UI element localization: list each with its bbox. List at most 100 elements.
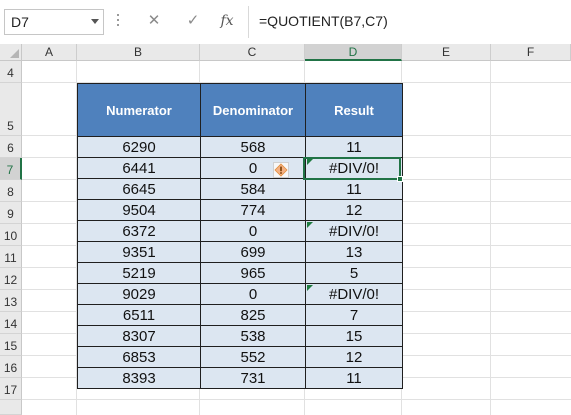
row-header-label: 7 — [6, 163, 14, 177]
error-triangle-icon — [307, 159, 313, 165]
cell-result-error[interactable]: #DIV/0! — [305, 157, 403, 179]
cell-result[interactable]: 12 — [305, 346, 403, 368]
drag-handle-icon[interactable] — [116, 14, 120, 30]
cell-result[interactable]: 11 — [305, 367, 403, 389]
row-header-8[interactable]: 8 — [0, 180, 22, 202]
formula-text: =QUOTIENT(B7,C7) — [259, 13, 388, 29]
column-header-f[interactable]: F — [491, 44, 571, 61]
cell-numerator[interactable]: 9351 — [77, 241, 201, 263]
cell-numerator[interactable]: 6441 — [77, 157, 201, 179]
cell-denominator[interactable]: 568 — [200, 136, 306, 158]
row-header-13[interactable]: 13 — [0, 290, 22, 312]
cell-denominator[interactable]: 538 — [200, 325, 306, 347]
error-triangle-icon — [307, 285, 313, 291]
cell-numerator[interactable]: 6645 — [77, 178, 201, 200]
row-header-10[interactable]: 10 — [0, 224, 22, 246]
cell-numerator[interactable]: 9029 — [77, 283, 201, 305]
table-row: 5219 965 5 — [77, 262, 403, 284]
cell-result-value: #DIV/0! — [328, 222, 380, 240]
row-header-12[interactable]: 12 — [0, 268, 22, 290]
table-row: 6853 552 12 — [77, 346, 403, 368]
cell-numerator[interactable]: 6853 — [77, 346, 201, 368]
cell-numerator[interactable]: 8307 — [77, 325, 201, 347]
error-triangle-icon — [307, 222, 313, 228]
row-header-label: 5 — [7, 119, 14, 133]
row-header-16[interactable]: 16 — [0, 356, 22, 378]
column-header-b[interactable]: B — [77, 44, 200, 61]
row-header-17[interactable]: 17 — [0, 378, 22, 400]
enter-icon[interactable]: ✓ — [182, 10, 204, 32]
row-header-5[interactable]: 5 — [0, 83, 22, 136]
cell-denominator[interactable]: 774 — [200, 199, 306, 221]
column-header-c[interactable]: C — [200, 44, 305, 61]
cell-denominator[interactable]: 699 — [200, 241, 306, 263]
cell-result[interactable]: 15 — [305, 325, 403, 347]
cell-denominator[interactable]: 584 — [200, 178, 306, 200]
cell-numerator[interactable]: 6372 — [77, 220, 201, 242]
row-header-label: 15 — [3, 339, 18, 353]
row-header-label: 10 — [3, 229, 18, 243]
header-result[interactable]: Result — [305, 83, 403, 137]
column-header-a[interactable]: A — [22, 44, 77, 61]
select-all-button[interactable] — [0, 44, 22, 61]
cell-denominator[interactable]: 731 — [200, 367, 306, 389]
cell-result-value: #DIV/0! — [328, 159, 380, 177]
gridline — [490, 61, 491, 415]
cell-denominator[interactable]: 825 — [200, 304, 306, 326]
row-header-label: 4 — [7, 66, 14, 80]
cell-numerator[interactable]: 8393 — [77, 367, 201, 389]
table-row: 9029 0 #DIV/0! — [77, 283, 403, 305]
name-box-value: D7 — [11, 14, 29, 30]
table-row: 8393 731 11 — [77, 367, 403, 389]
row-header-4[interactable]: 4 — [0, 61, 22, 83]
row-header-14[interactable]: 14 — [0, 312, 22, 334]
cell-numerator[interactable]: 6511 — [77, 304, 201, 326]
row-header-label: 9 — [7, 207, 14, 221]
row-header-label: 8 — [7, 185, 14, 199]
row-header-11[interactable]: 11 — [0, 246, 22, 268]
cell-result[interactable]: 12 — [305, 199, 403, 221]
cell-denominator[interactable]: 0 — [200, 283, 306, 305]
row-header-9[interactable]: 9 — [0, 202, 22, 224]
cell-denominator[interactable]: 965 — [200, 262, 306, 284]
row-header-label: 11 — [4, 251, 17, 265]
cell-numerator[interactable]: 5219 — [77, 262, 201, 284]
worksheet-grid[interactable]: A B C D E F 4 5 6 7 8 9 10 11 12 13 14 1… — [0, 44, 571, 415]
cell-result[interactable]: 11 — [305, 136, 403, 158]
cell-result[interactable]: 5 — [305, 262, 403, 284]
header-denominator[interactable]: Denominator — [200, 83, 306, 137]
row-header-15[interactable]: 15 — [0, 334, 22, 356]
name-box[interactable]: D7 — [4, 9, 104, 35]
row-header-18[interactable] — [0, 400, 22, 415]
table-row: 9504 774 12 — [77, 199, 403, 221]
cell-denominator[interactable]: 552 — [200, 346, 306, 368]
table-row: 6372 0 #DIV/0! — [77, 220, 403, 242]
column-header-d[interactable]: D — [305, 44, 402, 61]
row-header-6[interactable]: 6 — [0, 136, 22, 158]
cell-numerator[interactable]: 9504 — [77, 199, 201, 221]
cell-result[interactable]: 11 — [305, 178, 403, 200]
table-row: 6645 584 11 — [77, 178, 403, 200]
formula-input[interactable]: =QUOTIENT(B7,C7) — [249, 6, 571, 38]
cell-numerator[interactable]: 6290 — [77, 136, 201, 158]
cell-denominator[interactable]: 0 — [200, 220, 306, 242]
cell-result-error[interactable]: #DIV/0! — [305, 220, 403, 242]
row-header-7[interactable]: 7 — [0, 158, 22, 180]
header-numerator[interactable]: Numerator — [77, 83, 201, 137]
row-header-label: 6 — [7, 141, 14, 155]
chevron-down-icon[interactable] — [91, 19, 99, 24]
formula-bar: D7 ✕ ✓ fx =QUOTIENT(B7,C7) — [0, 0, 571, 44]
column-header-e[interactable]: E — [402, 44, 491, 61]
table-row: 6511 825 7 — [77, 304, 403, 326]
row-header-label: 12 — [3, 273, 18, 287]
cell-result[interactable]: 7 — [305, 304, 403, 326]
cancel-icon[interactable]: ✕ — [143, 10, 165, 32]
cell-result[interactable]: 13 — [305, 241, 403, 263]
insert-function-icon[interactable]: fx — [216, 10, 238, 32]
warning-icon[interactable] — [273, 162, 289, 178]
row-header-label: 13 — [3, 295, 18, 309]
table-row: 6290 568 11 — [77, 136, 403, 158]
table-row: 6441 0 #DIV/0! — [77, 157, 403, 179]
cell-result-error[interactable]: #DIV/0! — [305, 283, 403, 305]
cell-denominator[interactable]: 0 — [200, 157, 306, 179]
